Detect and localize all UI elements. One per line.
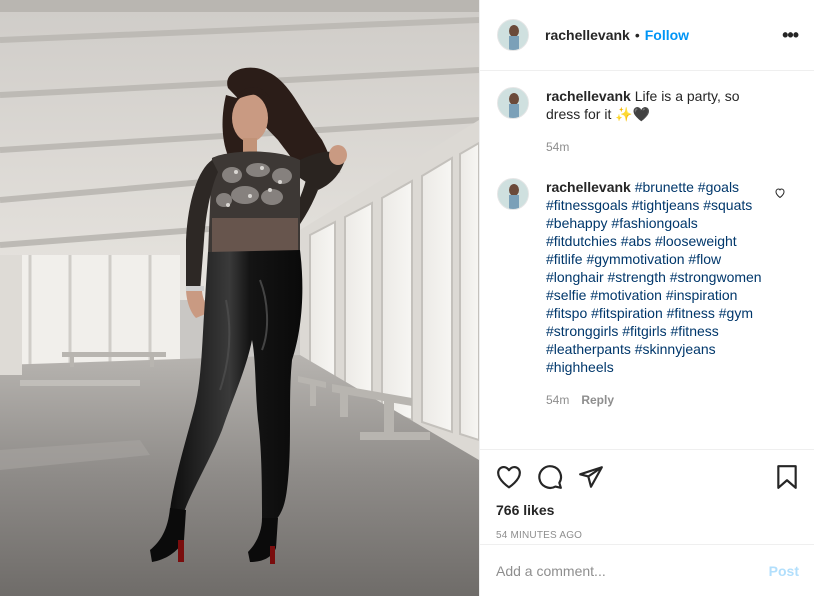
hashtag-link[interactable]: #abs [621, 233, 651, 249]
hashtag-link[interactable]: #fitdutchies [546, 233, 617, 249]
hashtag-link[interactable]: #leatherpants [546, 341, 631, 357]
hashtag-link[interactable]: #fitnessgoals [546, 197, 628, 213]
hashtag-link[interactable]: #goals [698, 179, 739, 195]
comment-bubble-icon[interactable] [537, 464, 563, 490]
hashtag-link[interactable]: #squats [703, 197, 752, 213]
hashtag-link[interactable]: #inspiration [666, 287, 738, 303]
hashtag-link[interactable]: #brunette [635, 179, 694, 195]
avatar[interactable] [497, 19, 529, 51]
post-comment-button[interactable]: Post [769, 563, 799, 579]
comment-meta: 54m [546, 138, 770, 156]
post-panel: rachellevank • Follow ••• rachellevank L… [479, 0, 814, 596]
hashtag-link[interactable]: #longhair [546, 269, 604, 285]
comments-list[interactable]: rachellevank Life is a party, so dress f… [480, 71, 814, 448]
avatar[interactable] [497, 87, 529, 119]
hashtag-link[interactable]: #skinnyjeans [635, 341, 716, 357]
more-options-icon[interactable]: ••• [782, 25, 799, 46]
hashtag-link[interactable]: #fitspo [546, 305, 587, 321]
hashtag-link[interactable]: #selfie [546, 287, 586, 303]
save-bookmark-icon[interactable] [775, 464, 799, 490]
hashtag-link[interactable]: #tightjeans [632, 197, 700, 213]
hashtag-link[interactable]: #gym [719, 305, 753, 321]
hashtag-link[interactable]: #strongwomen [670, 269, 762, 285]
hashtag-link[interactable]: #fitlife [546, 251, 583, 267]
hashtag-link[interactable]: #behappy [546, 215, 608, 231]
hashtag-link[interactable]: #fitspiration [591, 305, 663, 321]
comment-body: rachellevank #brunette #goals #fitnessgo… [546, 178, 770, 409]
comment-time[interactable]: 54m [546, 391, 569, 409]
header-username[interactable]: rachellevank [545, 27, 630, 43]
hashtag-link[interactable]: #gymmotivation [586, 251, 684, 267]
hashtag-link[interactable]: #fitness [671, 323, 719, 339]
likes-count[interactable]: 766 likes [496, 502, 799, 518]
photo-image [0, 0, 479, 596]
comment-time[interactable]: 54m [546, 138, 569, 156]
post-header: rachellevank • Follow ••• [480, 0, 814, 71]
hashtag-link[interactable]: #fashiongoals [611, 215, 697, 231]
hashtag-link[interactable]: #looseweight [655, 233, 737, 249]
hashtag-link[interactable]: #motivation [590, 287, 662, 303]
post-actions: 766 likes 54 minutes ago [480, 449, 814, 541]
follow-button[interactable]: Follow [645, 27, 689, 43]
like-heart-icon[interactable] [496, 465, 522, 489]
caption-comment: rachellevank Life is a party, so dress f… [497, 87, 798, 156]
hashtag-comment: rachellevank #brunette #goals #fitnessgo… [497, 178, 798, 409]
comment-username[interactable]: rachellevank [546, 179, 631, 195]
hashtag-link[interactable]: #strength [608, 269, 666, 285]
hashtag-link[interactable]: #stronggirls [546, 323, 618, 339]
reply-button[interactable]: Reply [581, 391, 614, 409]
post-timestamp[interactable]: 54 minutes ago [496, 530, 799, 541]
hashtag-link[interactable]: #highheels [546, 359, 614, 375]
comment-input[interactable] [496, 562, 769, 579]
post-photo[interactable] [0, 0, 479, 596]
comment-meta: 54m Reply [546, 391, 770, 409]
comment-body: rachellevank Life is a party, so dress f… [546, 87, 770, 156]
comment-username[interactable]: rachellevank [546, 88, 631, 104]
hashtag-link[interactable]: #fitgirls [622, 323, 666, 339]
separator-dot: • [634, 27, 640, 43]
action-icons [496, 462, 799, 492]
hashtag-link[interactable]: #fitness [667, 305, 715, 321]
hashtag-link[interactable]: #flow [688, 251, 721, 267]
avatar[interactable] [497, 178, 529, 210]
like-comment-heart-icon[interactable] [774, 186, 786, 204]
add-comment-bar: Post [480, 544, 814, 596]
share-paper-plane-icon[interactable] [578, 465, 604, 489]
